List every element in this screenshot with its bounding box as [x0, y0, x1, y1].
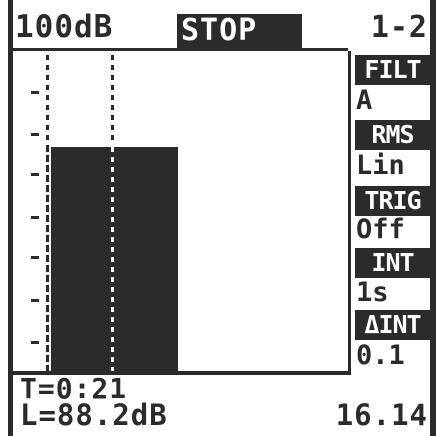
secondary-value-readout: 16.14	[335, 398, 428, 432]
y-axis-over-bar	[46, 147, 49, 371]
cursor-line	[111, 55, 114, 145]
plot-border-right	[348, 51, 351, 374]
axis-tick	[31, 299, 39, 302]
channel-indicator: 1-2	[370, 10, 428, 45]
filter-label: FILT	[355, 55, 430, 85]
axis-tick	[31, 256, 39, 259]
axis-tick	[31, 91, 39, 94]
filter-value: A	[356, 85, 373, 116]
axis-tick	[31, 216, 39, 219]
detector-value: Lin	[356, 150, 405, 181]
level-readout: L=88.2dB	[20, 398, 168, 432]
axis-tick	[31, 173, 39, 176]
axis-tick	[31, 341, 39, 344]
integration-value: 1s	[356, 277, 389, 308]
detector-label: RMS	[355, 120, 430, 150]
status-indicator: STOP	[177, 14, 302, 48]
cursor-line-over-bar	[111, 147, 114, 371]
trigger-value: Off	[356, 214, 405, 245]
level-range-readout: 100dB	[15, 9, 114, 45]
delta-integration-label: ΔINT	[355, 310, 430, 340]
frame-right	[430, 0, 436, 436]
trigger-label: TRIG	[355, 186, 430, 216]
axis-tick	[31, 133, 39, 136]
integration-label: INT	[355, 248, 430, 278]
delta-integration-value: 0.1	[356, 340, 405, 371]
level-bar	[51, 147, 178, 371]
bar-plot	[13, 51, 348, 371]
